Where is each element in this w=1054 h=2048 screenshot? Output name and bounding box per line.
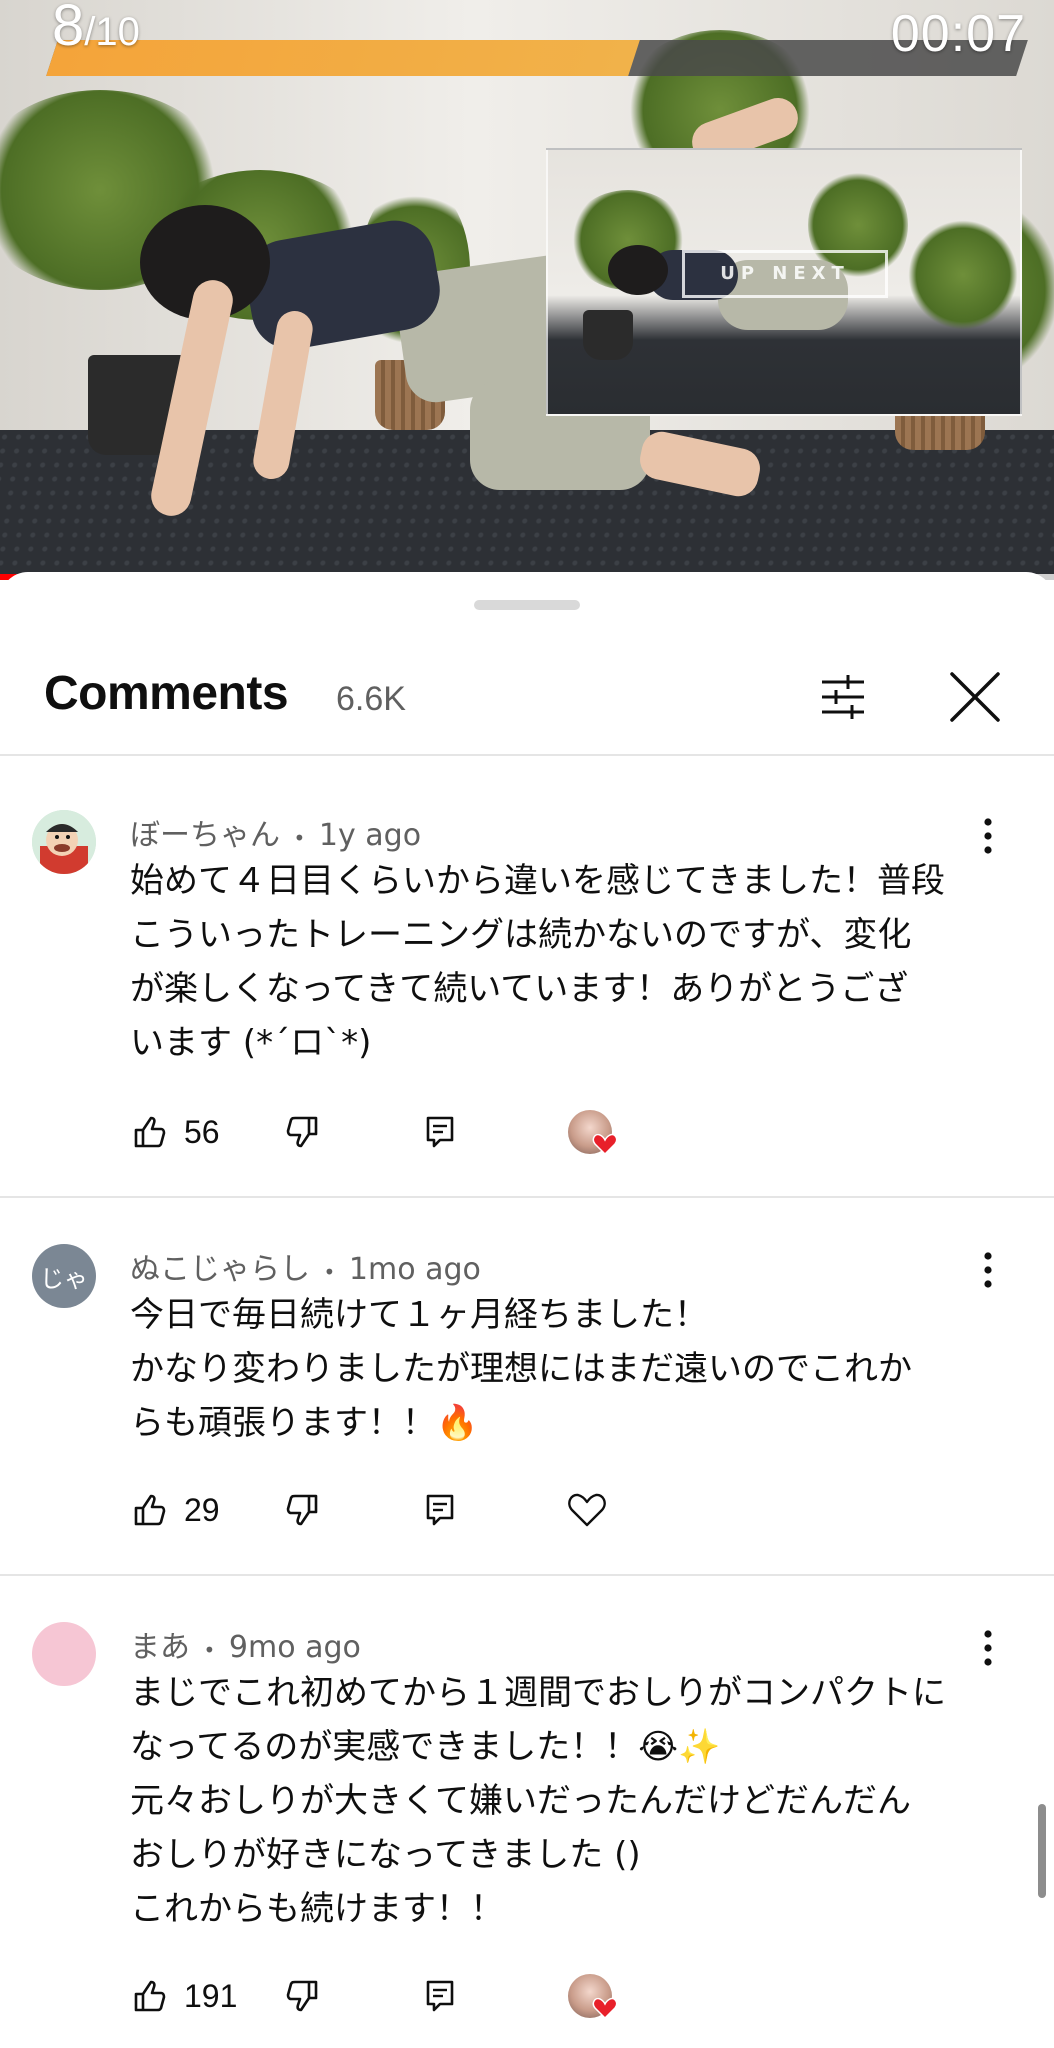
cartoon-avatar-icon <box>32 810 96 874</box>
comment-meta: まあ • 9mo ago <box>130 1622 361 1666</box>
more-vert-icon <box>984 1630 992 1666</box>
avatar[interactable]: じゃ <box>32 1244 96 1308</box>
meta-separator: • <box>293 826 306 850</box>
comment-meta: ぼーちゃん • 1y ago <box>130 810 421 854</box>
comments-title: Comments <box>44 667 289 720</box>
set-counter: 8/10 <box>52 0 140 59</box>
comment-line: います (*´ロ`*) <box>130 1023 372 1063</box>
meta-separator: • <box>323 1260 336 1284</box>
reply-button[interactable] <box>420 1966 460 2026</box>
comments-header: Comments 6.6K <box>0 650 1054 740</box>
drag-handle[interactable] <box>474 600 580 610</box>
creator-heart <box>566 1966 626 2026</box>
comment-line: 始めて４日目くらいから違いを感じてきました！普段 <box>130 861 945 901</box>
plant-pot <box>583 310 633 360</box>
comment-line: が楽しくなってきて続いています！ありがとうござ <box>130 969 909 1009</box>
like-button[interactable]: 191 <box>130 1966 237 2026</box>
avatar[interactable] <box>32 1622 96 1686</box>
comment-line: 今日で毎日続けて１ヶ月経ちました！ <box>130 1295 708 1335</box>
comment-text: 始めて４日目くらいから違いを感じてきました！普段 こういったトレーニングは続かな… <box>130 854 990 1070</box>
comment-actions: 191 <box>130 1966 830 2026</box>
comment-line: らも頑張ります！！🔥 <box>130 1403 479 1443</box>
thumbs-down-icon <box>286 1494 318 1526</box>
heart-icon <box>592 1133 618 1156</box>
thumbs-up-icon <box>134 1980 166 2012</box>
filter-button[interactable] <box>810 664 876 730</box>
like-button[interactable]: 56 <box>130 1102 220 1162</box>
dislike-button[interactable] <box>282 1102 322 1162</box>
comment-menu-button[interactable] <box>966 812 1010 860</box>
comment-author[interactable]: ぬこじゃらし <box>130 1252 310 1287</box>
comment-line: こういったトレーニングは続かないのですが、変化 <box>130 915 912 955</box>
comment-line: 元々おしりが大きくて嫌いだったんだけどだんだん <box>130 1781 911 1821</box>
comment-author[interactable]: まあ <box>130 1630 190 1665</box>
reply-icon <box>426 1980 454 2012</box>
thumbs-down-icon <box>286 1980 318 2012</box>
more-vert-icon <box>984 818 992 854</box>
comment-time: 1mo ago <box>348 1252 481 1287</box>
person-figure <box>608 245 668 295</box>
countdown-timer: 00:07 <box>890 5 1026 63</box>
comment-menu-button[interactable] <box>966 1246 1010 1294</box>
comment-actions: 56 <box>130 1102 830 1162</box>
like-count: 29 <box>184 1491 220 1528</box>
avatar[interactable] <box>32 810 96 874</box>
comment-meta: ぬこじゃらし • 1mo ago <box>130 1244 481 1288</box>
sliders-icon <box>822 675 864 719</box>
close-icon <box>950 672 1000 722</box>
comment-divider <box>0 1196 1054 1198</box>
comment-author[interactable]: ぼーちゃん <box>130 818 280 853</box>
comment-line: かなり変わりましたが理想にはまだ遠いのでこれか <box>130 1349 912 1389</box>
dislike-button[interactable] <box>282 1966 322 2026</box>
like-button[interactable]: 29 <box>130 1480 220 1540</box>
comment-time: 1y ago <box>318 818 422 853</box>
meta-separator: • <box>203 1638 216 1662</box>
comment-line: なってるのが実感できました！！😭✨ <box>130 1727 721 1767</box>
set-total: /10 <box>84 10 140 54</box>
scrollbar[interactable] <box>1038 1804 1046 1898</box>
comment-time: 9mo ago <box>228 1630 361 1665</box>
reply-icon <box>426 1116 454 1148</box>
header-divider <box>0 754 1054 756</box>
thumbs-up-icon <box>134 1116 166 1148</box>
heart-button[interactable] <box>566 1480 608 1540</box>
comment-line: おしりが好きになってきました () <box>130 1835 641 1875</box>
video-player[interactable]: UP NEXT 8/10 00:07 <box>0 0 1054 580</box>
like-count: 191 <box>184 1977 238 2014</box>
comment-line: まじでこれ初めてから１週間でおしりがコンパクトに <box>130 1673 946 1713</box>
comment-text: 今日で毎日続けて１ヶ月経ちました！ かなり変わりましたが理想にはまだ遠いのでこれ… <box>130 1288 990 1450</box>
like-count: 56 <box>184 1113 220 1150</box>
up-next-label: UP NEXT <box>682 250 888 298</box>
comments-count: 6.6K <box>336 680 406 718</box>
thumbs-down-icon <box>286 1116 318 1148</box>
close-button[interactable] <box>942 664 1008 730</box>
comment-text: まじでこれ初めてから１週間でおしりがコンパクトに なってるのが実感できました！！… <box>130 1666 990 1936</box>
plant-decoration <box>908 220 1018 330</box>
comment-line: これからも続けます！！ <box>130 1889 504 1929</box>
reply-button[interactable] <box>420 1102 460 1162</box>
comment-menu-button[interactable] <box>966 1624 1010 1672</box>
thumbs-up-icon <box>134 1494 166 1526</box>
set-current: 8 <box>52 0 85 58</box>
heart-outline-icon <box>568 1493 606 1527</box>
creator-heart <box>566 1102 626 1162</box>
comment-divider <box>0 1574 1054 1576</box>
dislike-button[interactable] <box>282 1480 322 1540</box>
avatar-initials: じゃ <box>40 1264 88 1293</box>
comment-actions: 29 <box>130 1480 830 1540</box>
heart-icon <box>592 1997 618 2020</box>
reply-icon <box>426 1494 454 1526</box>
more-vert-icon <box>984 1252 992 1288</box>
reply-button[interactable] <box>420 1480 460 1540</box>
